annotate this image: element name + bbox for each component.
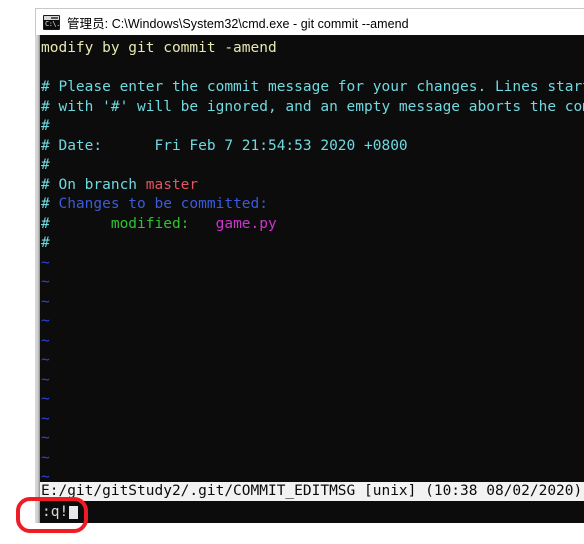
console-window[interactable]: C:\. 管理员: C:\Windows\System32\cmd.exe - … [35, 8, 584, 523]
cmd-icon-prompt-text: C:\. [45, 19, 60, 28]
vim-line-segment: Changes to be committed: [58, 196, 268, 212]
vim-text-area[interactable]: modify by git commit -amend # Please ente… [40, 35, 584, 523]
vim-line: # [40, 156, 584, 176]
vim-line-segment: # [41, 196, 59, 212]
vim-line: # modified: game.py [40, 215, 584, 235]
vim-line: # with '#' will be ignored, and an empty… [40, 98, 584, 118]
vim-command-text: :q! [42, 503, 69, 520]
vim-line-segment: # Please enter the commit message for yo… [41, 79, 584, 95]
vim-empty-line-marker: ~ [41, 313, 50, 329]
vim-empty-line-marker: ~ [41, 352, 50, 368]
vim-line: # Please enter the commit message for yo… [40, 78, 584, 98]
vim-command-line[interactable]: :q! [40, 501, 584, 523]
cmd-icon-buttons [51, 16, 58, 19]
vim-line: # [40, 234, 584, 254]
vim-empty-line-marker: ~ [41, 410, 50, 427]
vim-line-segment: modify by git commit -amend [41, 40, 277, 56]
text-cursor [69, 505, 79, 519]
console-body[interactable]: modify by git commit -amend # Please ente… [35, 35, 584, 523]
vim-line-segment: # [41, 215, 111, 232]
vim-line-segment: modified: [110, 215, 216, 232]
vim-line: # Date: Fri Feb 7 21:54:53 2020 +0800 [40, 137, 584, 157]
vim-line-segment: # with '#' will be ignored, and an empty… [41, 98, 584, 115]
vim-buffer-lines: modify by git commit -amend # Please ente… [40, 39, 584, 523]
window-title-text: 管理员: C:\Windows\System32\cmd.exe - git c… [67, 16, 409, 31]
vim-empty-line-marker: ~ [41, 293, 50, 310]
vim-status-line: E:/git/gitStudy2/.git/COMMIT_EDITMSG [un… [40, 481, 584, 501]
vim-line-segment: # Date: Fri Feb 7 21:54:53 2020 +0800 [41, 137, 408, 154]
vim-empty-line-marker: ~ [41, 332, 50, 349]
vim-empty-line-marker: ~ [41, 391, 50, 407]
vim-line: # [40, 117, 584, 137]
cmd-icon: C:\. [43, 14, 60, 30]
vim-line-segment: game.py [215, 215, 277, 232]
vim-empty-line-marker: ~ [41, 430, 50, 446]
vim-line: # Changes to be committed: [40, 195, 584, 215]
vim-line-segment: # On branch [41, 176, 146, 193]
vim-line: modify by git commit -amend [40, 39, 584, 59]
vim-empty-line-marker: ~ [41, 274, 50, 290]
vim-empty-line-marker: ~ [41, 371, 50, 388]
vim-empty-line-marker: ~ [41, 449, 50, 466]
vim-line-segment: # [41, 118, 50, 134]
window-title-bar[interactable]: C:\. 管理员: C:\Windows\System32\cmd.exe - … [35, 8, 584, 35]
vim-line [40, 59, 584, 79]
vim-line-segment: master [145, 176, 199, 193]
vim-line-segment: # [41, 157, 50, 173]
vim-line: # On branch master [40, 176, 584, 196]
vim-line-segment: # [41, 235, 50, 251]
vim-empty-line-marker: ~ [41, 254, 50, 271]
